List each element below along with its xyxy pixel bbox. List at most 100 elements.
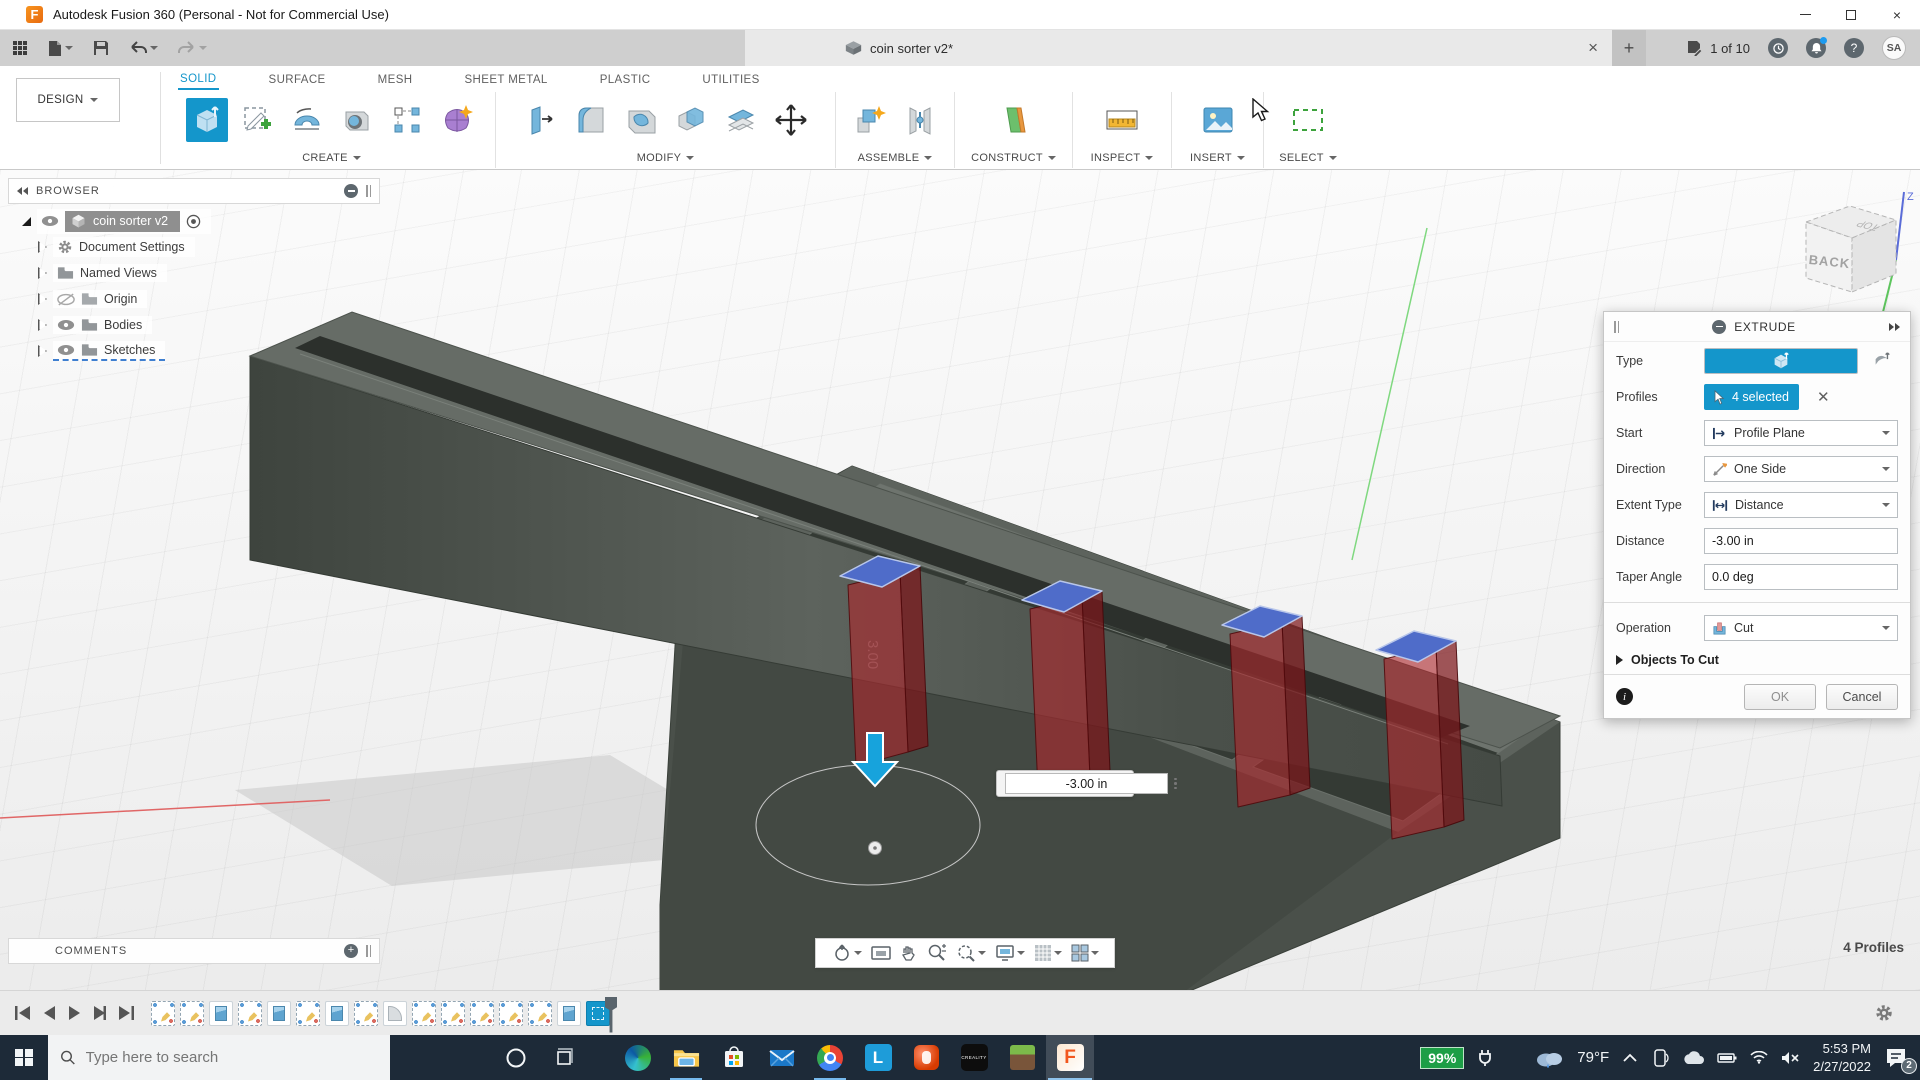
fillet-tool-icon[interactable] [570, 98, 612, 142]
notifications-bell-icon[interactable] [1806, 38, 1826, 58]
timeline-feature-1-sketch[interactable] [151, 1001, 175, 1026]
workspace-selector[interactable]: DESIGN [16, 78, 120, 122]
orbit-icon[interactable] [832, 943, 862, 963]
display-settings-icon[interactable] [995, 944, 1025, 962]
hole-tool-icon[interactable] [336, 98, 378, 142]
tray-expand-chevron-icon[interactable] [1622, 1053, 1638, 1063]
redo-button[interactable] [178, 41, 207, 55]
select-tool-icon[interactable] [1287, 98, 1329, 142]
browser-item-origin[interactable]: Origin [8, 286, 380, 312]
grid-settings-icon[interactable] [1034, 944, 1062, 962]
app-grid-icon[interactable] [12, 40, 28, 56]
collapsed-triangle-icon[interactable] [38, 293, 47, 305]
browser-item-bodies[interactable]: Bodies [8, 312, 380, 338]
step-back-icon[interactable] [43, 1005, 56, 1021]
skip-to-end-icon[interactable] [118, 1005, 135, 1021]
taskbar-app-store[interactable] [710, 1035, 758, 1080]
timeline-feature-4-sketch[interactable] [238, 1001, 262, 1026]
create-sketch-icon[interactable] [236, 98, 278, 142]
extent-type-dropdown[interactable]: Distance [1704, 492, 1898, 518]
save-icon[interactable] [93, 40, 109, 56]
new-tab-button[interactable]: + [1612, 30, 1646, 66]
direction-dropdown[interactable]: One Side [1704, 456, 1898, 482]
cancel-button[interactable]: Cancel [1826, 684, 1898, 710]
operation-dropdown[interactable]: Cut [1704, 615, 1898, 641]
help-icon[interactable]: ? [1844, 38, 1864, 58]
zoom-window-icon[interactable] [956, 943, 986, 963]
eye-icon[interactable] [41, 215, 59, 227]
collapsed-triangle-icon[interactable] [38, 241, 47, 253]
taskbar-app-fusion360[interactable]: F [1046, 1035, 1094, 1080]
create-form-icon[interactable] [436, 98, 478, 142]
start-button[interactable] [0, 1035, 48, 1080]
close-button[interactable]: × [1874, 0, 1920, 29]
press-pull-tool-icon[interactable] [520, 98, 562, 142]
volume-muted-icon[interactable] [1781, 1051, 1800, 1065]
minimize-button[interactable] [1782, 0, 1828, 29]
group-label-modify[interactable]: MODIFY [637, 148, 695, 168]
view-cube[interactable]: Z BACK TOP [1782, 188, 1920, 318]
timeline-feature-7-extrude[interactable] [325, 1001, 349, 1026]
step-forward-icon[interactable] [93, 1005, 106, 1021]
activate-component-icon[interactable] [186, 214, 201, 229]
timeline-feature-9-fillet[interactable] [383, 1001, 407, 1026]
timeline-settings-gear-icon[interactable] [1874, 1003, 1894, 1023]
profiles-selected-chip[interactable]: 4 selected [1704, 384, 1799, 410]
cortana-button[interactable] [492, 1035, 540, 1080]
timeline-feature-10-sketch[interactable] [412, 1001, 436, 1026]
job-status-icon[interactable] [1768, 38, 1788, 58]
taskbar-app-mail[interactable] [758, 1035, 806, 1080]
file-menu-button[interactable] [48, 40, 73, 57]
group-label-insert[interactable]: INSERT [1190, 148, 1245, 168]
distance-input[interactable] [1704, 528, 1898, 554]
taskbar-app-edge[interactable] [614, 1035, 662, 1080]
insert-image-icon[interactable] [1197, 98, 1239, 142]
timeline-feature-12-sketch[interactable] [470, 1001, 494, 1026]
group-label-inspect[interactable]: INSPECT [1091, 148, 1154, 168]
pattern-tool-icon[interactable] [386, 98, 428, 142]
joint-tool-icon[interactable] [899, 98, 941, 142]
construct-plane-icon[interactable] [993, 98, 1035, 142]
taskbar-app-office[interactable] [902, 1035, 950, 1080]
collapsed-triangle-icon[interactable] [38, 267, 47, 279]
collapse-panel-icon[interactable] [17, 187, 28, 195]
tab-surface[interactable]: SURFACE [267, 71, 328, 89]
zoom-icon[interactable] [927, 943, 947, 963]
offset-face-tool-icon[interactable] [720, 98, 762, 142]
add-comment-icon[interactable]: + [344, 944, 358, 958]
timeline-feature-5-extrude[interactable] [267, 1001, 291, 1026]
viewport-3d[interactable]: 3.00 [0, 170, 1920, 990]
timeline-feature-3-extrude[interactable] [209, 1001, 233, 1026]
taskbar-app-minecraft[interactable] [998, 1035, 1046, 1080]
taskbar-app-lively[interactable]: L [854, 1035, 902, 1080]
dialog-collapse-icon[interactable] [1712, 320, 1726, 334]
browser-item-document-settings[interactable]: Document Settings [8, 234, 380, 260]
distance-floating-input[interactable] [996, 770, 1134, 797]
tab-solid[interactable]: SOLID [178, 70, 219, 90]
ok-button[interactable]: OK [1744, 684, 1816, 710]
battery-percentage-badge[interactable]: 99% [1420, 1047, 1464, 1069]
timeline-feature-11-sketch[interactable] [441, 1001, 465, 1026]
task-view-button[interactable] [540, 1035, 588, 1080]
collapsed-triangle-icon[interactable] [38, 319, 47, 331]
comments-header[interactable]: COMMENTS + [8, 938, 380, 964]
taskbar-app-chrome[interactable] [806, 1035, 854, 1080]
extrude-tool-icon[interactable] [186, 98, 228, 142]
phone-link-icon[interactable] [1651, 1049, 1669, 1067]
browser-grip[interactable] [366, 185, 371, 197]
timeline-feature-8-sketch[interactable] [354, 1001, 378, 1026]
eye-off-icon[interactable] [57, 293, 75, 306]
clear-selection-icon[interactable]: ✕ [1817, 388, 1830, 406]
battery-tray-icon[interactable] [1717, 1052, 1737, 1064]
browser-item-named-views[interactable]: Named Views [8, 260, 380, 286]
skip-to-start-icon[interactable] [14, 1005, 31, 1021]
tab-mesh[interactable]: MESH [376, 71, 415, 89]
info-icon[interactable]: i [1616, 688, 1633, 705]
tab-counter[interactable]: 1 of 10 [1686, 40, 1750, 56]
group-label-construct[interactable]: CONSTRUCT [971, 148, 1056, 168]
start-dropdown[interactable]: Profile Plane [1704, 420, 1898, 446]
revolve-tool-icon[interactable] [286, 98, 328, 142]
tab-utilities[interactable]: UTILITIES [700, 71, 761, 89]
viewports-icon[interactable] [1071, 944, 1099, 962]
move-tool-icon[interactable] [770, 98, 812, 142]
